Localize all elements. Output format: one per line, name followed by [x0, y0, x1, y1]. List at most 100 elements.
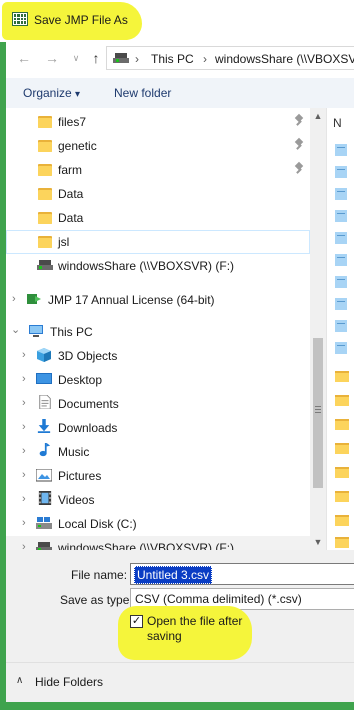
- nav-item-jmp-license[interactable]: › JMP 17 Annual License (64-bit): [6, 288, 310, 312]
- file-icon: [335, 232, 347, 244]
- organize-label: Organize: [23, 86, 72, 100]
- file-icon: [335, 254, 347, 266]
- pin-icon[interactable]: [294, 139, 304, 151]
- expand-chevron-icon[interactable]: ›: [22, 493, 26, 505]
- scroll-down-arrow-icon[interactable]: ▼: [310, 534, 326, 550]
- folder-icon: [335, 419, 349, 430]
- nav-item-music[interactable]: › Music: [6, 440, 310, 464]
- pin-icon[interactable]: [294, 163, 304, 175]
- command-toolbar: Organize ▾ New folder: [6, 78, 354, 108]
- quick-item-data[interactable]: Data: [6, 182, 310, 206]
- file-list[interactable]: N: [326, 108, 354, 550]
- expand-chevron-icon[interactable]: ›: [22, 349, 26, 361]
- nav-item-label: Pictures: [58, 469, 102, 483]
- save-type-label: Save as type:: [60, 593, 133, 607]
- hide-folders-label: Hide Folders: [35, 675, 104, 689]
- network-drive-icon: [113, 52, 129, 64]
- network-drive-icon: [37, 260, 53, 270]
- quick-item-jsl[interactable]: jsl: [6, 230, 310, 254]
- local-disk-icon: [36, 517, 52, 529]
- file-icon: [335, 144, 347, 156]
- file-icon: [335, 166, 347, 178]
- expand-chevron-icon[interactable]: ›: [22, 469, 26, 481]
- open-after-checkbox[interactable]: ✓: [130, 615, 143, 628]
- nav-item-label: JMP 17 Annual License (64-bit): [48, 293, 215, 307]
- quick-item-label: Data: [58, 211, 84, 225]
- nav-item-pictures[interactable]: › Pictures: [6, 464, 310, 488]
- address-bar: ← → ∨ ↑ › This PC › windowsShare (\\VBOX…: [6, 42, 354, 74]
- folder-icon: [335, 491, 349, 502]
- music-icon: [39, 443, 51, 457]
- folder-icon: [335, 537, 349, 548]
- nav-item-windowsshare[interactable]: › windowsShare (\\VBOXSVR) (F:): [6, 536, 310, 550]
- quick-item-files7[interactable]: files7: [6, 110, 310, 134]
- dialog-client: ← → ∨ ↑ › This PC › windowsShare (\\VBOX…: [6, 42, 354, 702]
- nav-item-downloads[interactable]: › Downloads: [6, 416, 310, 440]
- quick-item-data[interactable]: Data: [6, 206, 310, 230]
- quick-item-label: jsl: [58, 235, 70, 249]
- videos-icon: [38, 491, 52, 505]
- open-after-label[interactable]: Open the file after saving: [147, 614, 257, 644]
- navigation-pane: files7 genetic farm Data Data jsl window…: [6, 108, 326, 550]
- nav-item-label: Desktop: [58, 373, 103, 387]
- quick-item-windowsshare[interactable]: windowsShare (\\VBOXSVR) (F:): [6, 254, 310, 278]
- folder-icon: [38, 115, 52, 128]
- expand-chevron-icon[interactable]: ›: [12, 293, 16, 305]
- quick-item-label: Data: [58, 187, 84, 201]
- expand-chevron-icon[interactable]: ›: [22, 373, 26, 385]
- nav-item-label: Documents: [58, 397, 119, 411]
- save-type-value: CSV (Comma delimited) (*.csv): [135, 592, 302, 606]
- nav-item-label: This PC: [50, 325, 93, 339]
- nav-item-label: Local Disk (C:): [58, 517, 137, 531]
- scroll-up-arrow-icon[interactable]: ▲: [310, 108, 326, 124]
- breadcrumb-windowsshare[interactable]: windowsShare (\\VBOXSVR: [215, 52, 354, 66]
- quick-item-genetic[interactable]: genetic: [6, 134, 310, 158]
- folder-icon: [335, 467, 349, 478]
- nav-item-desktop[interactable]: › Desktop: [6, 368, 310, 392]
- column-header-name[interactable]: N: [333, 116, 342, 130]
- file-name-value: Untitled 3.csv: [134, 566, 213, 584]
- expand-chevron-icon[interactable]: ›: [22, 541, 26, 550]
- expand-chevron-icon[interactable]: ›: [22, 421, 26, 433]
- window-frame: Save JMP File As ← → ∨ ↑ › This PC › win…: [0, 0, 354, 710]
- expand-chevron-icon[interactable]: ›: [22, 517, 26, 529]
- folder-icon: [335, 395, 349, 406]
- chevron-up-icon: ∧: [16, 675, 24, 686]
- breadcrumb-separator: ›: [135, 52, 139, 66]
- desktop-icon: [36, 373, 52, 384]
- nav-item-label: Music: [58, 445, 90, 459]
- documents-icon: [39, 395, 51, 409]
- address-breadcrumb[interactable]: › This PC › windowsShare (\\VBOXSVR: [106, 46, 354, 70]
- nav-item-documents[interactable]: › Documents: [6, 392, 310, 416]
- file-name-label: File name:: [71, 568, 128, 582]
- nav-item-label: Downloads: [58, 421, 118, 435]
- breadcrumb-separator: ›: [203, 52, 207, 66]
- pin-icon[interactable]: [294, 115, 304, 127]
- 3d-objects-icon: [37, 348, 51, 362]
- folder-icon: [38, 139, 52, 152]
- file-icon: [335, 210, 347, 222]
- nav-item-local-disk[interactable]: › Local Disk (C:): [6, 512, 310, 536]
- file-name-input[interactable]: Untitled 3.csv: [130, 563, 354, 585]
- jmp-drive-icon: [27, 294, 41, 304]
- jmp-app-icon: [12, 12, 28, 26]
- recent-dropdown-icon[interactable]: ∨: [68, 50, 84, 66]
- file-icon: [335, 320, 347, 332]
- nav-pane-scrollbar[interactable]: ▲ ▼: [310, 108, 326, 550]
- up-arrow-icon[interactable]: ↑: [88, 50, 104, 66]
- file-icon: [335, 342, 347, 354]
- quick-item-farm[interactable]: farm: [6, 158, 310, 182]
- back-arrow-icon[interactable]: ←: [16, 50, 32, 66]
- expand-chevron-icon[interactable]: ›: [22, 397, 26, 409]
- collapse-chevron-icon[interactable]: ⌄: [11, 323, 20, 336]
- forward-arrow-icon[interactable]: →: [44, 50, 60, 66]
- nav-item-this-pc[interactable]: ⌄ This PC: [6, 320, 310, 344]
- nav-item-3d-objects[interactable]: › 3D Objects: [6, 344, 310, 368]
- breadcrumb-this-pc[interactable]: This PC: [151, 52, 194, 66]
- organize-button[interactable]: Organize ▾: [23, 86, 80, 100]
- nav-item-videos[interactable]: › Videos: [6, 488, 310, 512]
- folder-icon: [38, 163, 52, 176]
- new-folder-button[interactable]: New folder: [114, 86, 171, 100]
- scrollbar-thumb[interactable]: [313, 338, 323, 488]
- expand-chevron-icon[interactable]: ›: [22, 445, 26, 457]
